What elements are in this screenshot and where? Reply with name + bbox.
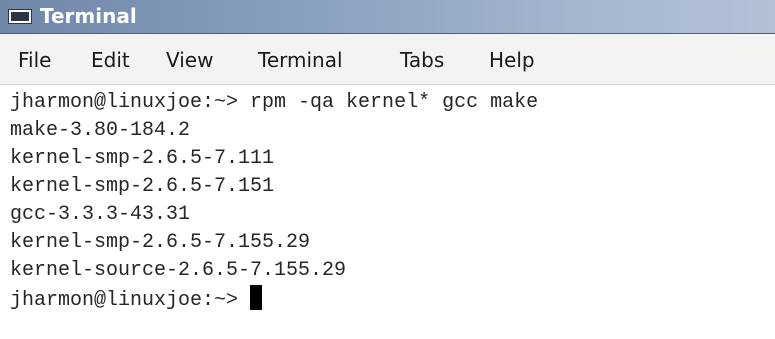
menu-edit[interactable]: Edit: [91, 48, 130, 72]
terminal-window: Terminal File Edit View Terminal Tabs He…: [0, 0, 775, 339]
menu-bar: File Edit View Terminal Tabs Help: [0, 34, 775, 85]
output-line: kernel-smp-2.6.5-7.155.29: [10, 231, 311, 254]
text-cursor: [250, 285, 263, 310]
output-line: kernel-smp-2.6.5-7.151: [10, 175, 275, 198]
command-line: jharmon@linuxjoe:~> rpm -qa kernel* gcc …: [10, 91, 539, 114]
output-line: kernel-source-2.6.5-7.155.29: [10, 259, 347, 282]
menu-tabs[interactable]: Tabs: [400, 48, 444, 72]
window-title: Terminal: [40, 4, 137, 28]
title-bar[interactable]: Terminal: [0, 0, 775, 34]
menu-file[interactable]: File: [18, 48, 51, 72]
menu-help[interactable]: Help: [489, 48, 535, 72]
output-line: make-3.80-184.2: [10, 119, 191, 142]
prompt-text: jharmon@linuxjoe:~>: [10, 289, 251, 312]
terminal-icon: [8, 9, 32, 24]
menu-view[interactable]: View: [166, 48, 213, 72]
menu-terminal[interactable]: Terminal: [258, 48, 343, 72]
terminal-output[interactable]: jharmon@linuxjoe:~> rpm -qa kernel* gcc …: [0, 85, 775, 339]
prompt-line[interactable]: jharmon@linuxjoe:~>: [10, 285, 263, 315]
output-line: gcc-3.3.3-43.31: [10, 203, 191, 226]
output-line: kernel-smp-2.6.5-7.111: [10, 147, 275, 170]
